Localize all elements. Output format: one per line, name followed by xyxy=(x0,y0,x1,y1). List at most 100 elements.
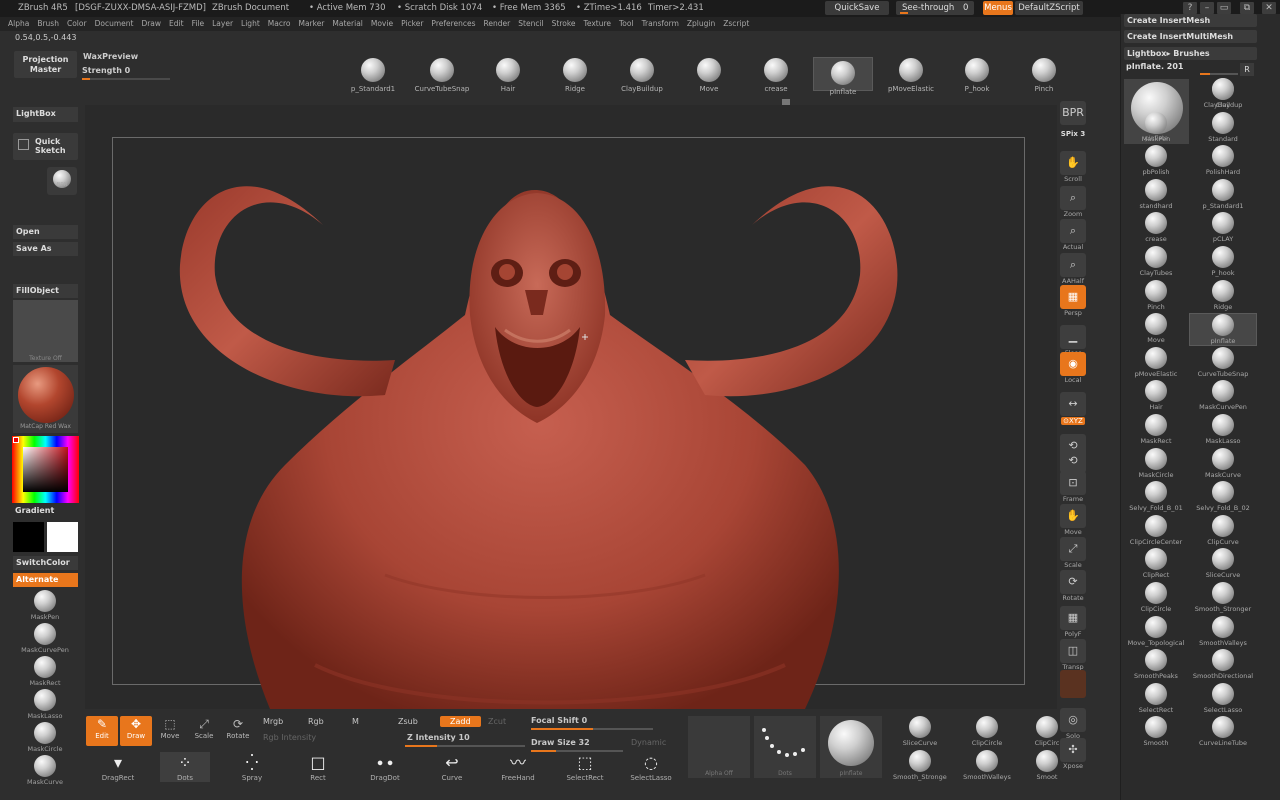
palette-brush-smoothvalleys[interactable]: SmoothValleys xyxy=(1189,615,1257,647)
help-icon[interactable]: ? xyxy=(1183,2,1197,14)
menu-color[interactable]: Color xyxy=(67,17,87,31)
stroke-freehand-button[interactable]: 〰 FreeHand xyxy=(493,752,543,782)
menu-macro[interactable]: Macro xyxy=(268,17,291,31)
view-tool-item-0[interactable]: BPR xyxy=(1058,101,1088,125)
close-icon[interactable]: ✕ xyxy=(1262,2,1276,14)
view-tool-polyf[interactable]: ▦ PolyF xyxy=(1058,606,1088,638)
quicksave-button[interactable]: QuickSave xyxy=(825,1,889,15)
brush-slider[interactable] xyxy=(1200,73,1238,75)
palette-brush-pinflate[interactable]: pInflate xyxy=(1189,313,1257,347)
view-tool-aahalf[interactable]: ⌕ AAHalf xyxy=(1058,253,1088,285)
create-insertmesh-button[interactable]: Create InsertMesh xyxy=(1124,14,1257,27)
zsub-button[interactable]: Zsub xyxy=(398,717,418,726)
wax-preview-button[interactable]: WaxPreview xyxy=(83,52,138,61)
menu-edit[interactable]: Edit xyxy=(169,17,184,31)
palette-brush-ridge[interactable]: Ridge xyxy=(1189,279,1257,311)
menu-light[interactable]: Light xyxy=(241,17,260,31)
top-brush-p-standard1[interactable]: p_Standard1 xyxy=(343,58,403,93)
menu-tool[interactable]: Tool xyxy=(619,17,634,31)
palette-brush-slicecurve[interactable]: SliceCurve xyxy=(1189,548,1257,579)
view-tool-scale[interactable]: ⤢ Scale xyxy=(1058,537,1088,569)
view-tool-xyz[interactable]: ⊙XYZ xyxy=(1058,417,1088,425)
left-brush-maskcircle[interactable]: MaskCircle xyxy=(15,722,75,753)
focal-shift-slider[interactable] xyxy=(531,728,653,730)
bottom-brush-smoot[interactable]: Smoot xyxy=(1020,750,1074,781)
top-brush-ridge[interactable]: Ridge xyxy=(545,58,605,93)
mode-edit-button[interactable]: ✎ Edit xyxy=(86,716,118,746)
menu-document[interactable]: Document xyxy=(95,17,134,31)
menu-transform[interactable]: Transform xyxy=(642,17,679,31)
stroke-curve-button[interactable]: ↩ Curve xyxy=(427,752,477,782)
stroke-slot[interactable]: Dots xyxy=(754,716,816,778)
view-tool-transp[interactable]: ◫ Transp xyxy=(1058,639,1088,671)
see-through-slider[interactable]: See-through 0 xyxy=(896,1,974,15)
palette-brush-pinch[interactable]: Pinch xyxy=(1122,279,1190,311)
stroke-selectrect-button[interactable]: ⬚ SelectRect xyxy=(560,752,610,782)
bottom-brush-clipcircle[interactable]: ClipCircle xyxy=(960,716,1014,747)
r-button[interactable]: R xyxy=(1240,63,1254,76)
menu-movie[interactable]: Movie xyxy=(371,17,393,31)
menu-draw[interactable]: Draw xyxy=(141,17,161,31)
mrgb-button[interactable]: Mrgb xyxy=(263,717,283,726)
top-brush-p-hook[interactable]: P_hook xyxy=(947,58,1007,93)
dynamic-button[interactable]: Dynamic xyxy=(631,738,666,747)
stroke-dragdot-button[interactable]: ∙∙ DragDot xyxy=(360,752,410,782)
menu-preferences[interactable]: Preferences xyxy=(431,17,475,31)
canvas-viewport[interactable] xyxy=(85,105,1057,709)
color-picker-marker[interactable] xyxy=(13,437,19,443)
stroke-selectlasso-button[interactable]: ◌ SelectLasso xyxy=(626,752,676,782)
top-brush-curvetubesnap[interactable]: CurveTubeSnap xyxy=(412,58,472,93)
menu-brush[interactable]: Brush xyxy=(37,17,59,31)
palette-brush-smooth-stronger[interactable]: Smooth_Stronger xyxy=(1189,582,1257,613)
top-brush-move[interactable]: Move xyxy=(679,58,739,93)
brush-slot[interactable]: pInflate xyxy=(820,716,882,778)
palette-brush-clipcurve[interactable]: ClipCurve xyxy=(1189,514,1257,546)
quick-sketch-button[interactable]: Quick Sketch xyxy=(13,133,78,160)
view-tool-actual[interactable]: ⌕ Actual xyxy=(1058,219,1088,251)
menu-alpha[interactable]: Alpha xyxy=(8,17,29,31)
palette-brush-hair[interactable]: Hair xyxy=(1122,380,1190,411)
strength-slider[interactable]: Strength 0 xyxy=(82,66,172,80)
palette-brush-move[interactable]: Move xyxy=(1122,313,1190,344)
sculpt-model[interactable] xyxy=(85,105,1057,709)
top-brush-hair[interactable]: Hair xyxy=(478,58,538,93)
maximize-icon[interactable]: ▭ xyxy=(1217,2,1231,14)
open-button[interactable]: Open xyxy=(13,225,78,239)
palette-brush-maskrect[interactable]: MaskRect xyxy=(1122,414,1190,445)
bottom-brush-clipcirc[interactable]: ClipCirc xyxy=(1020,716,1074,747)
top-brush-pinflate[interactable]: pInflate xyxy=(813,57,873,96)
view-tool-zoom[interactable]: ⌕ Zoom xyxy=(1058,186,1088,218)
save-as-button[interactable]: Save As xyxy=(13,242,78,256)
palette-brush-clipcircle[interactable]: ClipCircle xyxy=(1122,582,1190,613)
create-insertmultimesh-button[interactable]: Create InsertMultiMesh xyxy=(1124,30,1257,43)
left-brush-maskpen[interactable]: MaskPen xyxy=(15,590,75,621)
alternate-button[interactable]: Alternate xyxy=(13,573,78,587)
palette-brush-pbpolish[interactable]: pbPolish xyxy=(1122,145,1190,176)
alpha-slot[interactable]: Alpha Off xyxy=(688,716,750,778)
left-brush-maskcurve[interactable]: MaskCurve xyxy=(15,755,75,786)
mode-rotate-button[interactable]: ⟳ Rotate xyxy=(222,716,254,746)
palette-brush-curvetubesnap[interactable]: CurveTubeSnap xyxy=(1189,346,1257,378)
palette-brush-selectlasso[interactable]: SelectLasso xyxy=(1189,682,1257,714)
view-tool-local[interactable]: ◉ Local xyxy=(1058,352,1088,384)
palette-brush-smooth[interactable]: Smooth xyxy=(1122,716,1190,747)
menu-stencil[interactable]: Stencil xyxy=(518,17,543,31)
palette-brush-crease[interactable]: crease xyxy=(1122,212,1190,243)
rgb-button[interactable]: Rgb xyxy=(308,717,324,726)
projection-master-button[interactable]: Projection Master xyxy=(14,51,77,78)
stroke-spray-button[interactable]: ⁛ Spray xyxy=(227,752,277,782)
stroke-dots-button[interactable]: ⁘ Dots xyxy=(160,752,210,782)
top-brush-claybuildup[interactable]: ClayBuildup xyxy=(612,58,672,93)
palette-brush-cliprect[interactable]: ClipRect xyxy=(1122,548,1190,579)
view-tool-move[interactable]: ✋ Move xyxy=(1058,504,1088,536)
left-brush-masklasso[interactable]: MaskLasso xyxy=(15,689,75,720)
palette-brush-p-hook[interactable]: P_hook xyxy=(1189,246,1257,277)
palette-brush-pclay[interactable]: pCLAY xyxy=(1189,212,1257,243)
bottom-brush-smooth-stronger[interactable]: Smooth_Stronger xyxy=(893,750,947,781)
view-tool-spix-3[interactable]: SPix 3 xyxy=(1058,130,1088,138)
view-tool-scroll[interactable]: ✋ Scroll xyxy=(1058,151,1088,183)
switch-color-button[interactable]: SwitchColor xyxy=(13,556,78,570)
palette-brush-maskpen[interactable]: MaskPen xyxy=(1122,111,1190,143)
palette-brush-smoothdirectional[interactable]: SmoothDirectional xyxy=(1189,649,1257,680)
mode-move-button[interactable]: ⬚ Move xyxy=(154,716,186,746)
